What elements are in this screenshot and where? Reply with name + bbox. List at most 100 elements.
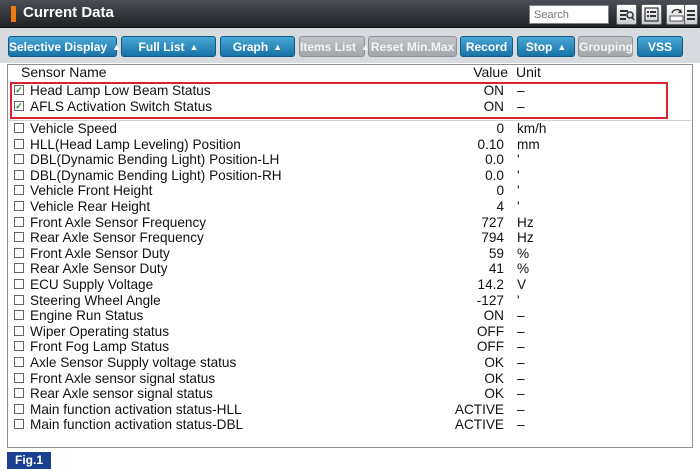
table-row[interactable]: Rear Axle sensor signal status OK –	[8, 386, 688, 402]
reset-min-max-button[interactable]: Reset Min.Max	[368, 36, 457, 57]
table-row[interactable]: HLL(Head Lamp Leveling) Position 0.10 mm	[8, 137, 688, 153]
row-checkbox[interactable]	[14, 232, 24, 243]
row-checkbox[interactable]	[14, 138, 24, 149]
row-checkbox[interactable]	[14, 403, 24, 414]
row-checkbox[interactable]: ✓	[14, 85, 24, 95]
sensor-name: Rear Axle Sensor Duty	[30, 261, 168, 277]
table-row[interactable]: DBL(Dynamic Bending Light) Position-RH 0.…	[8, 168, 688, 184]
table-row[interactable]: Vehicle Rear Height 4 '	[8, 199, 688, 215]
table-row[interactable]: Main function activation status-HLL ACTIV…	[8, 402, 688, 418]
sensor-name: Main function activation status-DBL	[30, 417, 244, 433]
table-row[interactable]: ✓ Head Lamp Low Beam Status ON –	[8, 83, 688, 99]
row-checkbox[interactable]	[14, 123, 24, 133]
row-checkbox[interactable]	[14, 388, 24, 399]
selected-divider	[9, 120, 691, 121]
sensor-unit: %	[517, 245, 530, 261]
figure-label: Fig.1	[7, 452, 51, 469]
row-checkbox[interactable]	[14, 341, 24, 352]
table-row[interactable]: Engine Run Status ON –	[8, 308, 688, 324]
record-button[interactable]: Record	[460, 36, 513, 57]
sensor-unit: –	[517, 323, 525, 339]
sensor-name: DBL(Dynamic Bending Light) Position-RH	[30, 167, 282, 183]
table-row[interactable]: Main function activation status-DBL ACTIV…	[8, 417, 688, 433]
table-row[interactable]: ECU Supply Voltage 14.2 V	[8, 277, 688, 293]
sensor-unit: '	[517, 183, 520, 199]
row-checkbox[interactable]	[14, 279, 24, 289]
table-row[interactable]: Steering Wheel Angle -127 '	[8, 293, 688, 309]
list-view-icon[interactable]	[641, 4, 662, 25]
table-row[interactable]: Wiper Operating status OFF –	[8, 324, 688, 340]
sensor-name: HLL(Head Lamp Leveling) Position	[30, 136, 241, 152]
sensor-unit: –	[517, 308, 525, 324]
search-input[interactable]	[529, 5, 609, 24]
sensor-value: 727	[481, 214, 504, 230]
table-row[interactable]: Front Axle sensor signal status OK –	[8, 371, 688, 387]
header-unit: Unit	[516, 64, 541, 80]
row-checkbox[interactable]	[14, 325, 24, 336]
sensor-name: Head Lamp Low Beam Status	[30, 83, 211, 98]
table-row[interactable]: Vehicle Front Height 0 '	[8, 183, 688, 199]
stop-button[interactable]: Stop ▲	[517, 36, 575, 57]
table-row[interactable]: Front Fog Lamp Status OFF –	[8, 339, 688, 355]
header-value: Value	[473, 64, 508, 80]
table-row[interactable]: Axle Sensor Supply voltage status OK –	[8, 355, 688, 371]
row-checkbox[interactable]	[14, 419, 24, 430]
menu-icon[interactable]	[684, 4, 698, 25]
vss-button[interactable]: VSS	[637, 36, 683, 57]
sensor-value: 0	[496, 183, 504, 199]
row-checkbox[interactable]	[14, 216, 24, 227]
table-row[interactable]: ✓ AFLS Activation Switch Status ON –	[8, 99, 688, 115]
sensor-unit: '	[517, 167, 520, 183]
title-bar: Current Data	[0, 0, 700, 28]
table-row[interactable]: DBL(Dynamic Bending Light) Position-LH 0.…	[8, 152, 688, 168]
sensor-unit: Hz	[517, 214, 534, 230]
sensor-name: AFLS Activation Switch Status	[30, 98, 213, 114]
table-row[interactable]: Front Axle Sensor Frequency 727 Hz	[8, 215, 688, 231]
table-row[interactable]: Vehicle Speed 0 km/h	[8, 121, 688, 137]
sensor-value: ACTIVE	[454, 401, 504, 417]
sensor-name: DBL(Dynamic Bending Light) Position-LH	[30, 152, 280, 168]
sensor-value: OK	[484, 370, 504, 386]
sensor-name: Axle Sensor Supply voltage status	[30, 355, 237, 370]
sensor-value: 41	[488, 261, 504, 277]
sensor-value: ON	[483, 308, 504, 324]
items-list-button[interactable]: Items List ▲	[299, 36, 370, 57]
grouping-button[interactable]: Grouping	[578, 36, 633, 57]
sensor-unit: –	[517, 98, 525, 114]
sensor-value: ON	[483, 83, 504, 98]
table-row[interactable]: Rear Axle Sensor Duty 41%	[8, 261, 688, 277]
table-row[interactable]: Front Axle Sensor Duty 59%	[8, 246, 688, 262]
sensor-value: 14.2	[477, 277, 504, 292]
table-row[interactable]: Rear Axle Sensor Frequency 794 Hz	[8, 230, 688, 246]
sensor-name: Rear Axle Sensor Frequency	[30, 230, 204, 246]
sensor-name: Rear Axle sensor signal status	[30, 386, 213, 402]
sensor-value: 0.10	[477, 136, 504, 152]
full-list-button[interactable]: Full List ▲	[121, 36, 216, 57]
row-checkbox[interactable]	[14, 263, 24, 274]
row-checkbox[interactable]	[14, 247, 24, 258]
row-checkbox[interactable]	[14, 201, 24, 211]
selective-display-button[interactable]: Selective Display ▲	[8, 36, 121, 57]
sensor-name: Vehicle Rear Height	[30, 199, 151, 214]
row-checkbox[interactable]: ✓	[14, 100, 24, 111]
sensor-name: Front Axle Sensor Frequency	[30, 214, 207, 230]
row-checkbox[interactable]	[14, 372, 24, 383]
title-accent	[11, 6, 16, 22]
sensor-value: ACTIVE	[454, 417, 504, 433]
row-checkbox[interactable]	[14, 169, 24, 180]
sensor-name: Front Fog Lamp Status	[30, 339, 170, 355]
row-checkbox[interactable]	[14, 310, 24, 321]
sensor-unit: Hz	[517, 230, 534, 246]
row-checkbox[interactable]	[14, 357, 24, 367]
sensor-value: 0.0	[485, 167, 504, 183]
row-checkbox[interactable]	[14, 185, 24, 196]
sensor-value: ON	[483, 98, 504, 114]
row-checkbox[interactable]	[14, 154, 24, 165]
sensor-name: Wiper Operating status	[30, 323, 170, 339]
row-checkbox[interactable]	[14, 294, 24, 305]
search-list-icon[interactable]	[616, 4, 637, 25]
sensor-unit: –	[517, 83, 525, 98]
sensor-unit: –	[517, 370, 525, 386]
graph-button[interactable]: Graph ▲	[220, 36, 295, 57]
sensor-value: 4	[496, 199, 504, 214]
